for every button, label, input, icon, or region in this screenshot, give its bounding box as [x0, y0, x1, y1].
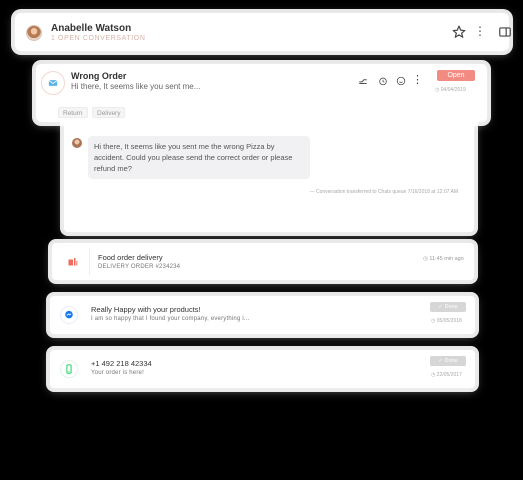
phone-number: +1 492 218 42334	[91, 359, 152, 368]
email-date: ◷ 04/04/2019	[435, 87, 466, 93]
done-status-badge[interactable]: ✓ Done	[430, 302, 466, 312]
email-channel-badge	[42, 72, 64, 94]
tag-delivery[interactable]: Delivery	[92, 107, 126, 118]
list-item-messenger[interactable]: Really Happy with your products! I am so…	[50, 296, 475, 334]
mobile-phone-icon	[66, 364, 72, 374]
list-item-food-order[interactable]: Food order delivery DELIVERY ORDER #2342…	[52, 243, 474, 280]
phone-preview: Your order is here!	[91, 370, 144, 376]
done-status-text: Done	[444, 358, 458, 364]
messenger-title: Really Happy with your products!	[91, 305, 201, 314]
messenger-badge	[61, 307, 77, 323]
messenger-date: ◷ 05/05/2018	[431, 318, 462, 324]
email-date-text: 04/04/2019	[440, 87, 466, 93]
food-delivery-icon	[68, 258, 78, 266]
food-order-number: DELIVERY ORDER #234234	[98, 264, 181, 270]
sender-avatar	[72, 138, 82, 148]
envelope-icon	[48, 80, 58, 86]
done-status-badge[interactable]: ✓ Done	[430, 356, 466, 366]
contact-name: Anabelle Watson	[51, 23, 132, 34]
snooze-clock-icon[interactable]	[378, 76, 388, 86]
tag-return[interactable]: Return	[58, 107, 88, 118]
list-item-phone[interactable]: +1 492 218 42334 Your order is here! ✓ D…	[50, 350, 475, 388]
star-icon[interactable]	[452, 25, 466, 39]
open-conversation-count: 1 OPEN CONVERSATION	[51, 35, 146, 42]
email-preview: Hi there, It seems like you sent me...	[71, 82, 201, 91]
emoji-icon[interactable]	[396, 76, 406, 86]
messenger-date-text: 05/05/2018	[436, 318, 462, 324]
email-subject: Wrong Order	[71, 71, 127, 81]
side-panel-icon[interactable]	[498, 25, 512, 39]
open-status-button[interactable]: Open	[437, 70, 475, 81]
message-bubble: Hi there, It seems like you sent me the …	[88, 136, 310, 179]
phone-date-text: 22/05/2017	[436, 372, 462, 378]
phone-badge	[61, 361, 77, 377]
food-icon-box	[57, 248, 90, 275]
contact-avatar[interactable]	[26, 25, 42, 41]
assign-icon[interactable]	[358, 76, 368, 86]
done-status-text: Done	[444, 304, 458, 310]
email-more-icon[interactable]: ⋮	[412, 74, 423, 86]
food-order-title: Food order delivery	[98, 253, 163, 262]
transfer-note: — Conversation transferred to Chats queu…	[309, 189, 458, 195]
conversation-thread: Hi there, It seems like you sent me the …	[64, 118, 474, 232]
food-order-time-text: 11:45 min ago	[429, 256, 464, 262]
email-item-wrong-order[interactable]: Wrong Order Hi there, It seems like you …	[36, 64, 487, 122]
phone-date: ◷ 22/05/2017	[431, 372, 462, 378]
more-options-icon[interactable]: ⋮	[474, 24, 486, 38]
messenger-icon	[65, 310, 73, 319]
food-order-time: ◷ 11:45 min ago	[423, 256, 464, 262]
contact-header: Anabelle Watson 1 OPEN CONVERSATION ⋮	[15, 13, 512, 51]
messenger-preview: I am so happy that I found your company,…	[91, 316, 250, 322]
